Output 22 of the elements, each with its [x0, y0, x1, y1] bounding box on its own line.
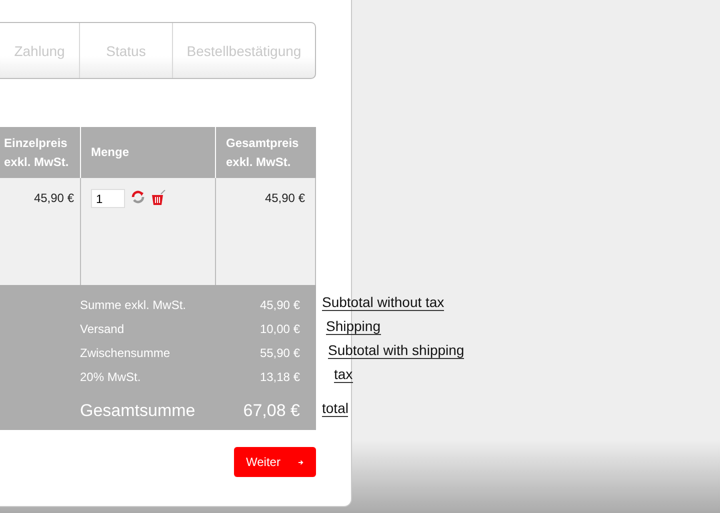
annotation-label: Subtotal with shipping	[328, 342, 464, 359]
summary-label: 20% MwSt.	[80, 370, 141, 384]
summary-label: Versand	[80, 322, 124, 336]
summary-label: Zwischensumme	[80, 346, 170, 360]
summary-value: 55,90 €	[260, 346, 300, 360]
summary-value: 13,18 €	[260, 370, 300, 384]
refresh-icon[interactable]	[131, 190, 145, 204]
summary-value: 67,08 €	[243, 401, 300, 421]
annotation-label: tax	[334, 366, 353, 383]
summary-label: Summe exkl. MwSt.	[80, 298, 186, 312]
summary-value: 45,90 €	[260, 298, 300, 312]
quantity-field[interactable]: 1	[91, 189, 125, 208]
annotation-label: Shipping	[326, 318, 380, 335]
table-cell: 45,90 €	[34, 191, 74, 205]
summary-value: 10,00 €	[260, 322, 300, 336]
annotation-label: total	[322, 400, 348, 417]
table-cell: 45,90 €	[264, 191, 305, 205]
annotation-label: Subtotal without tax	[322, 294, 444, 311]
trash-icon[interactable]	[151, 190, 167, 206]
next-button[interactable]: Weiter	[234, 447, 316, 477]
column-header: Einzelpreis exkl. MwSt.	[3, 134, 70, 170]
summary-label: Gesamtsumme	[80, 401, 196, 421]
